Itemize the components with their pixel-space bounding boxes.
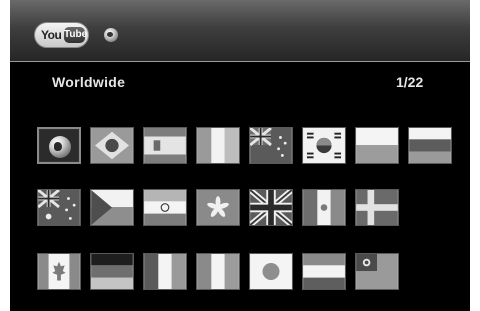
- youtube-logo-you: You: [41, 28, 62, 42]
- united-kingdom-flag-icon: [250, 190, 292, 225]
- region-label: Worldwide: [52, 74, 126, 90]
- czech-republic-flag-icon: [91, 190, 133, 225]
- flag-tile-brazil[interactable]: [90, 127, 134, 164]
- flag-tile-south-korea[interactable]: [302, 127, 346, 164]
- france-flag-icon: [144, 254, 186, 289]
- japan-flag-icon: [250, 254, 292, 289]
- sweden-flag-icon: [356, 190, 398, 225]
- hong-kong-flag-icon: [197, 190, 239, 225]
- poland-flag-icon: [356, 128, 398, 163]
- globe-icon: [49, 136, 71, 158]
- australia-flag-icon: [38, 190, 80, 225]
- flag-tile-italy[interactable]: [196, 253, 240, 290]
- flag-tile-india[interactable]: [143, 189, 187, 226]
- new-zealand-flag-icon: [250, 128, 292, 163]
- youtube-logo: You Tube: [34, 22, 89, 48]
- mexico-flag-icon: [303, 190, 345, 225]
- ireland-flag-icon: [197, 128, 239, 163]
- header-bar: You Tube: [10, 0, 470, 62]
- flag-tile-germany[interactable]: [90, 253, 134, 290]
- taiwan-flag-icon: [356, 254, 398, 289]
- flag-tile-netherlands[interactable]: [302, 253, 346, 290]
- flag-tile-france[interactable]: [143, 253, 187, 290]
- flag-tile-mexico[interactable]: [302, 189, 346, 226]
- page-indicator: 1/22: [396, 74, 424, 90]
- flag-tile-spain[interactable]: [143, 127, 187, 164]
- india-flag-icon: [144, 190, 186, 225]
- flag-tile-worldwide[interactable]: [37, 127, 81, 164]
- flag-tile-poland[interactable]: [355, 127, 399, 164]
- flag-tile-taiwan[interactable]: [355, 253, 399, 290]
- youtube-logo-tube: Tube: [64, 27, 87, 43]
- flag-tile-sweden[interactable]: [355, 189, 399, 226]
- flag-tile-russia[interactable]: [408, 127, 452, 164]
- youtube-app-screen: You Tube Worldwide 1/22: [10, 0, 470, 311]
- italy-flag-icon: [197, 254, 239, 289]
- brazil-flag-icon: [91, 128, 133, 163]
- canada-flag-icon: [38, 254, 80, 289]
- flag-tile-new-zealand[interactable]: [249, 127, 293, 164]
- south-korea-flag-icon: [303, 128, 345, 163]
- flag-tile-canada[interactable]: [37, 253, 81, 290]
- spain-flag-icon: [144, 128, 186, 163]
- russia-flag-icon: [409, 128, 451, 163]
- germany-flag-icon: [91, 254, 133, 289]
- flag-tile-japan[interactable]: [249, 253, 293, 290]
- flag-tile-ireland[interactable]: [196, 127, 240, 164]
- globe-icon: [104, 28, 118, 42]
- flag-tile-united-kingdom[interactable]: [249, 189, 293, 226]
- flag-tile-czech-republic[interactable]: [90, 189, 134, 226]
- netherlands-flag-icon: [303, 254, 345, 289]
- flag-tile-australia[interactable]: [37, 189, 81, 226]
- flag-tile-hong-kong[interactable]: [196, 189, 240, 226]
